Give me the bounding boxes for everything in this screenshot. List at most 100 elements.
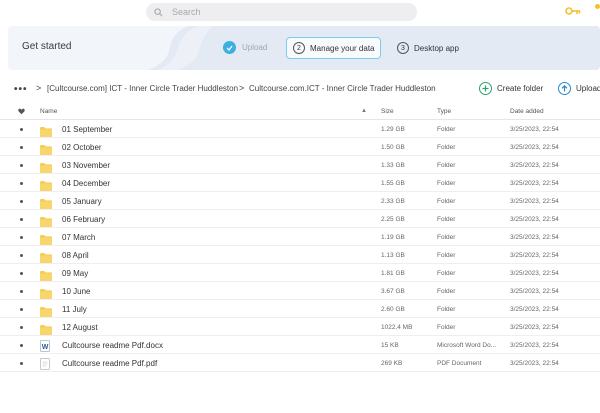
table-row[interactable]: 03 November 1.33 GB Folder 3/25/2023, 22:54	[0, 156, 600, 174]
file-name[interactable]: 04 December	[62, 179, 110, 188]
step-label: Upload	[242, 43, 268, 52]
step-manage-data[interactable]: 2 Manage your data	[286, 37, 381, 59]
table-row[interactable]: W Cultcourse readme Pdf.docx 15 KB Microsof…	[0, 336, 600, 354]
file-name[interactable]: 06 February	[62, 215, 105, 224]
file-date: 3/25/2023, 22:54	[510, 216, 559, 223]
file-name[interactable]: 12 August	[62, 323, 98, 332]
file-date: 3/25/2023, 22:54	[510, 234, 559, 241]
row-bullet	[20, 236, 23, 239]
file-size: 2.25 GB	[381, 216, 405, 223]
table-row[interactable]: 09 May 1.81 GB Folder 3/25/2023, 22:54	[0, 264, 600, 282]
row-bullet	[20, 254, 23, 257]
file-date: 3/25/2023, 22:54	[510, 198, 559, 205]
heart-icon[interactable]	[18, 108, 25, 115]
table-row[interactable]: 04 December 1.55 GB Folder 3/25/2023, 22:54	[0, 174, 600, 192]
table-row[interactable]: 05 January 2.33 GB Folder 3/25/2023, 22:54	[0, 192, 600, 210]
file-name[interactable]: Cultcourse readme Pdf.docx	[62, 341, 163, 350]
table-row[interactable]: 11 July 2.60 GB Folder 3/25/2023, 22:54	[0, 300, 600, 318]
upload-arrow-icon	[558, 82, 571, 95]
file-name[interactable]: 07 March	[62, 233, 95, 242]
step-label: Manage your data	[310, 43, 375, 53]
file-type: Folder	[437, 324, 456, 331]
file-name[interactable]: Cultcourse readme Pdf.pdf	[62, 359, 157, 368]
file-date: 3/25/2023, 22:54	[510, 342, 559, 349]
file-size: 15 KB	[381, 342, 399, 349]
row-bullet	[20, 308, 23, 311]
table-row[interactable]: 01 September 1.29 GB Folder 3/25/2023, 22:5…	[0, 120, 600, 138]
file-type: Folder	[437, 198, 456, 205]
file-name[interactable]: 08 April	[62, 251, 89, 260]
file-type: Folder	[437, 126, 456, 133]
table-header: Name ▲ Size Type Date added	[0, 104, 600, 120]
create-folder-label: Create folder	[497, 84, 544, 93]
file-date: 3/25/2023, 22:54	[510, 126, 559, 133]
file-size: 1.33 GB	[381, 162, 405, 169]
check-icon	[223, 41, 236, 54]
upload-button[interactable]: Upload	[558, 82, 600, 95]
row-bullet	[20, 182, 23, 185]
file-size: 1.29 GB	[381, 126, 405, 133]
file-size: 1.81 GB	[381, 270, 405, 277]
column-header-date[interactable]: Date added	[510, 108, 544, 115]
table-row[interactable]: Cultcourse readme Pdf.pdf 269 KB PDF Docum…	[0, 354, 600, 372]
breadcrumb-item-current[interactable]: Cultcourse.com.ICT - Inner Circle Trader…	[249, 84, 436, 93]
breadcrumb: ••• > [Cultcourse.com] ICT - Inner Circl…	[0, 80, 600, 98]
file-name[interactable]: 01 September	[62, 125, 112, 134]
breadcrumb-item[interactable]: [Cultcourse.com] ICT - Inner Circle Trad…	[47, 84, 238, 93]
file-date: 3/25/2023, 22:54	[510, 306, 559, 313]
chevron-right-icon: >	[36, 83, 42, 93]
step-number: 2	[293, 42, 305, 54]
pdf-doc-icon	[40, 357, 50, 375]
key-icon[interactable]	[565, 6, 581, 16]
row-bullet	[20, 326, 23, 329]
file-type: Folder	[437, 306, 456, 313]
file-date: 3/25/2023, 22:54	[510, 252, 559, 259]
file-date: 3/25/2023, 22:54	[510, 162, 559, 169]
file-date: 3/25/2023, 22:54	[510, 144, 559, 151]
file-size: 1.50 GB	[381, 144, 405, 151]
row-bullet	[20, 128, 23, 131]
top-bar: Search	[0, 0, 600, 24]
row-bullet	[20, 272, 23, 275]
banner-title: Get started	[22, 41, 72, 52]
search-placeholder: Search	[172, 7, 201, 17]
file-size: 1.55 GB	[381, 180, 405, 187]
notification-dot	[595, 4, 600, 9]
file-date: 3/25/2023, 22:54	[510, 324, 559, 331]
table-row[interactable]: 06 February 2.25 GB Folder 3/25/2023, 22:54	[0, 210, 600, 228]
column-header-type[interactable]: Type	[437, 108, 451, 115]
file-date: 3/25/2023, 22:54	[510, 360, 559, 367]
sort-ascending-icon[interactable]: ▲	[361, 108, 367, 114]
row-bullet	[20, 218, 23, 221]
file-date: 3/25/2023, 22:54	[510, 288, 559, 295]
table-row[interactable]: 10 June 3.67 GB Folder 3/25/2023, 22:54	[0, 282, 600, 300]
plus-icon	[479, 82, 492, 95]
file-type: Microsoft Word Do...	[437, 342, 497, 349]
file-name[interactable]: 11 July	[62, 305, 87, 314]
table-row[interactable]: 02 October 1.50 GB Folder 3/25/2023, 22:54	[0, 138, 600, 156]
file-name[interactable]: 02 October	[62, 143, 102, 152]
column-header-name[interactable]: Name	[40, 108, 57, 115]
step-upload[interactable]: Upload	[223, 41, 267, 54]
create-folder-button[interactable]: Create folder	[479, 82, 543, 95]
search-input[interactable]: Search	[146, 3, 417, 21]
file-type: Folder	[437, 144, 456, 151]
file-name[interactable]: 09 May	[62, 269, 88, 278]
row-bullet	[20, 146, 23, 149]
file-date: 3/25/2023, 22:54	[510, 180, 559, 187]
file-size: 2.60 GB	[381, 306, 405, 313]
column-header-size[interactable]: Size	[381, 108, 394, 115]
breadcrumb-more-button[interactable]: •••	[14, 84, 28, 95]
file-type: Folder	[437, 270, 456, 277]
file-name[interactable]: 10 June	[62, 287, 90, 296]
row-bullet	[20, 290, 23, 293]
file-date: 3/25/2023, 22:54	[510, 270, 559, 277]
table-row[interactable]: 07 March 1.19 GB Folder 3/25/2023, 22:54	[0, 228, 600, 246]
table-row[interactable]: 12 August 1022.4 MB Folder 3/25/2023, 22:54	[0, 318, 600, 336]
file-name[interactable]: 05 January	[62, 197, 102, 206]
step-desktop-app[interactable]: 3 Desktop app	[397, 42, 459, 54]
row-bullet	[20, 200, 23, 203]
file-name[interactable]: 03 November	[62, 161, 110, 170]
file-size: 269 KB	[381, 360, 403, 367]
table-row[interactable]: 08 April 1.13 GB Folder 3/25/2023, 22:54	[0, 246, 600, 264]
